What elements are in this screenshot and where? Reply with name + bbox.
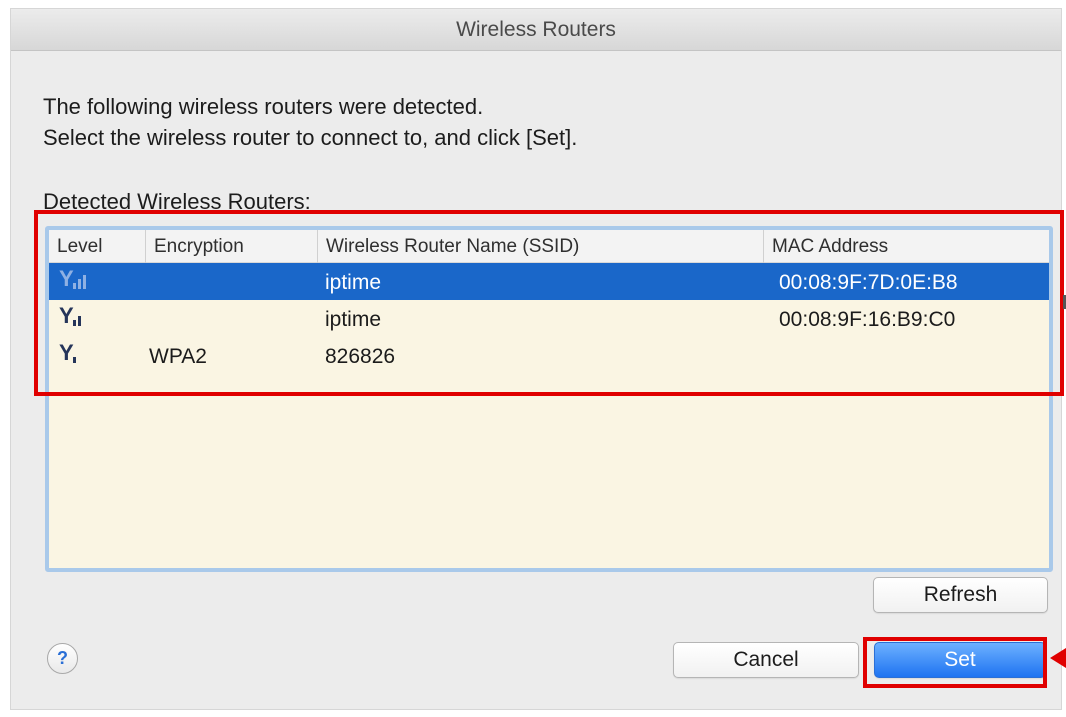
cancel-button[interactable]: Cancel [673, 642, 859, 678]
encryption-cell: WPA2 [149, 345, 207, 368]
ssid-cell: iptime [325, 271, 382, 294]
detected-routers-label: Detected Wireless Routers: [43, 189, 311, 214]
column-header-mac-address[interactable]: MAC Address [763, 230, 1049, 263]
mac-address-cell: 00:08:9F:16:B9:C0 [779, 308, 956, 331]
description-line-1: The following wireless routers were dete… [43, 94, 484, 119]
column-header-ssid[interactable]: Wireless Router Name (SSID) [317, 230, 763, 263]
column-header-encryption[interactable]: Encryption [145, 230, 317, 263]
dialog-title: Wireless Routers [11, 9, 1061, 51]
mac-address-cell: 00:08:9F:7D:0E:B8 [779, 271, 958, 294]
ssid-cell: 826826 [325, 345, 396, 368]
description-line-2: Select the wireless router to connect to… [43, 125, 578, 150]
table-header: Level Encryption Wireless Router Name (S… [49, 230, 1049, 263]
description: The following wireless routers were dete… [43, 91, 577, 153]
table-row[interactable]: Y WPA2 826826 [49, 337, 1049, 374]
wireless-routers-dialog: Wireless Routers The following wireless … [10, 8, 1062, 710]
ssid-cell: iptime [325, 308, 382, 331]
table-row[interactable]: Y iptime 00:08:9F:16:B9:C0 [49, 300, 1049, 337]
router-list[interactable]: Level Encryption Wireless Router Name (S… [45, 226, 1053, 572]
signal-strength-icon: Y [59, 337, 99, 374]
arrow-line [1062, 656, 1066, 660]
table-row[interactable]: Y iptime 00:08:9F:7D:0E:B8 [49, 263, 1049, 300]
refresh-button[interactable]: Refresh [873, 577, 1048, 613]
column-header-level[interactable]: Level [49, 230, 145, 263]
set-button[interactable]: Set [874, 642, 1046, 678]
help-icon[interactable]: ? [47, 643, 78, 674]
signal-strength-icon: Y [59, 300, 99, 337]
signal-strength-icon: Y [59, 263, 99, 300]
